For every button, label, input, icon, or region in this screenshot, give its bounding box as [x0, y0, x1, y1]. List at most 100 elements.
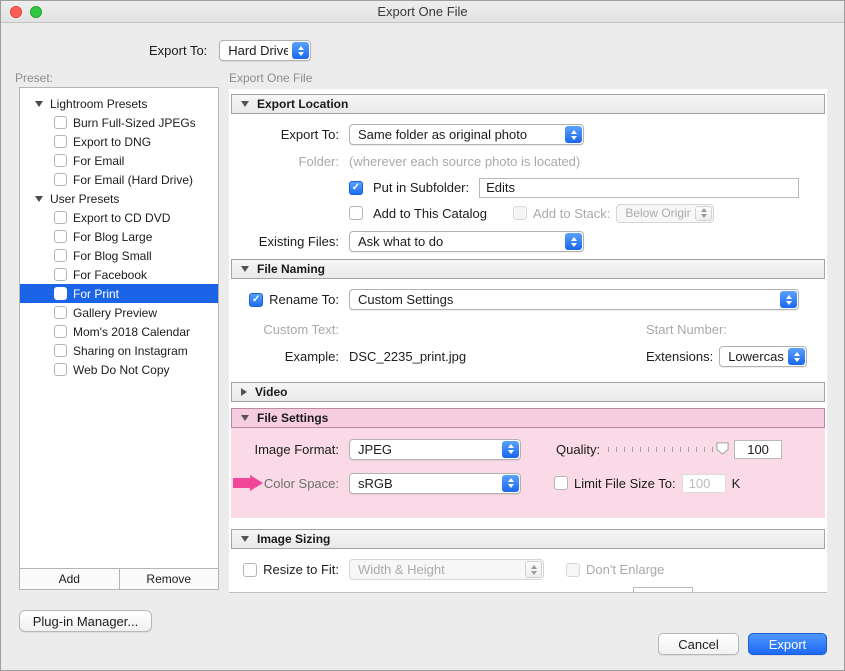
preset-checkbox[interactable]: [54, 135, 67, 148]
preset-item[interactable]: Burn Full-Sized JPEGs: [20, 113, 218, 132]
preset-checkbox[interactable]: [54, 287, 67, 300]
remove-preset-button[interactable]: Remove: [120, 569, 219, 589]
folder-value: (wherever each source photo is located): [349, 154, 580, 169]
disclosure-triangle-icon[interactable]: [241, 388, 247, 396]
preset-checkbox[interactable]: [54, 154, 67, 167]
extensions-label: Extensions:: [646, 349, 713, 364]
file-naming-header[interactable]: File Naming: [231, 259, 825, 279]
preset-item[interactable]: Web Do Not Copy: [20, 360, 218, 379]
preset-checkbox[interactable]: [54, 230, 67, 243]
color-space-select[interactable]: sRGB: [349, 473, 521, 494]
preset-label: Export to CD DVD: [73, 211, 170, 225]
file-settings-header[interactable]: File Settings: [231, 408, 825, 428]
preset-item-selected[interactable]: For Print: [20, 284, 218, 303]
limit-file-size-checkbox[interactable]: [554, 476, 568, 490]
preset-checkbox[interactable]: [54, 268, 67, 281]
preset-item[interactable]: Mom's 2018 Calendar: [20, 322, 218, 341]
preset-label: Export to DNG: [73, 135, 151, 149]
preset-label: For Email: [73, 154, 124, 168]
export-location-header[interactable]: Export Location: [231, 94, 825, 114]
section-video: Video: [231, 382, 825, 402]
export-dialog-window: Export One File Export To: Hard Drive Pr…: [0, 0, 845, 671]
preset-checkbox[interactable]: [54, 116, 67, 129]
preset-checkbox[interactable]: [54, 173, 67, 186]
preset-group-user[interactable]: User Presets: [20, 189, 218, 208]
preset-item[interactable]: For Blog Large: [20, 227, 218, 246]
existing-files-select[interactable]: Ask what to do: [349, 231, 584, 252]
preset-item[interactable]: Gallery Preview: [20, 303, 218, 322]
subfolder-input[interactable]: [479, 178, 799, 198]
resize-mode-select: Width & Height: [349, 559, 544, 580]
preset-actions: Add Remove: [20, 568, 218, 589]
export-settings-panel: Export Location Export To: Same folder a…: [229, 89, 827, 593]
section-title: Export Location: [257, 97, 348, 111]
image-format-select[interactable]: JPEG: [349, 439, 521, 460]
main-caption: Export One File: [229, 71, 312, 85]
preset-item[interactable]: For Facebook: [20, 265, 218, 284]
preset-checkbox[interactable]: [54, 363, 67, 376]
preset-checkbox[interactable]: [54, 306, 67, 319]
disclosure-triangle-icon[interactable]: [35, 101, 43, 107]
image-sizing-header[interactable]: Image Sizing: [231, 529, 825, 549]
section-title: File Settings: [257, 411, 328, 425]
dont-enlarge-checkbox: [566, 563, 580, 577]
add-preset-button[interactable]: Add: [20, 569, 120, 589]
preset-checkbox[interactable]: [54, 344, 67, 357]
preset-item[interactable]: Export to CD DVD: [20, 208, 218, 227]
slider-thumb-icon[interactable]: [716, 442, 729, 455]
preset-list: Lightroom Presets Burn Full-Sized JPEGs …: [19, 87, 219, 590]
preset-label: For Email (Hard Drive): [73, 173, 193, 187]
export-destination-row: Export To: Hard Drive: [149, 40, 311, 61]
stepper-icon: [565, 126, 582, 143]
preset-checkbox[interactable]: [54, 249, 67, 262]
disclosure-triangle-icon[interactable]: [241, 415, 249, 421]
disclosure-triangle-icon[interactable]: [241, 536, 249, 542]
disclosure-triangle-icon[interactable]: [35, 196, 43, 202]
custom-text-label: Custom Text:: [231, 322, 339, 337]
zoom-window-icon[interactable]: [30, 6, 42, 18]
rename-template-select[interactable]: Custom Settings: [349, 289, 799, 310]
disclosure-triangle-icon[interactable]: [241, 101, 249, 107]
preset-item[interactable]: Export to DNG: [20, 132, 218, 151]
preset-tree: Lightroom Presets Burn Full-Sized JPEGs …: [20, 88, 218, 379]
add-to-catalog-checkbox[interactable]: [349, 206, 363, 220]
preset-label: For Print: [73, 287, 119, 301]
preset-group-lightroom[interactable]: Lightroom Presets: [20, 94, 218, 113]
video-header[interactable]: Video: [231, 382, 825, 402]
stack-position-select: Below Original: [616, 204, 714, 223]
section-export-location: Export Location Export To: Same folder a…: [231, 94, 825, 252]
close-window-icon[interactable]: [10, 6, 22, 18]
extensions-select[interactable]: Lowercase: [719, 346, 807, 367]
put-in-subfolder-checkbox[interactable]: [349, 181, 363, 195]
resize-to-fit-checkbox[interactable]: [243, 563, 257, 577]
start-number-label: Start Number:: [646, 322, 727, 337]
disclosure-triangle-icon[interactable]: [241, 266, 249, 272]
preset-checkbox[interactable]: [54, 325, 67, 338]
cancel-button[interactable]: Cancel: [658, 633, 739, 655]
preset-label: Web Do Not Copy: [73, 363, 170, 377]
quality-slider[interactable]: [608, 442, 726, 456]
plugin-manager-button[interactable]: Plug-in Manager...: [19, 610, 152, 632]
quality-label: Quality:: [556, 442, 600, 457]
preset-label: Mom's 2018 Calendar: [73, 325, 190, 339]
export-destination-select[interactable]: Hard Drive: [219, 40, 311, 61]
export-destination-value: Hard Drive: [228, 43, 288, 58]
quality-value-input[interactable]: [734, 440, 782, 459]
export-button[interactable]: Export: [748, 633, 827, 655]
preset-item[interactable]: For Email: [20, 151, 218, 170]
clipped-field: [633, 587, 693, 593]
preset-label: For Blog Large: [73, 230, 152, 244]
rename-to-checkbox[interactable]: [249, 293, 263, 307]
preset-item[interactable]: For Blog Small: [20, 246, 218, 265]
example-value: DSC_2235_print.jpg: [349, 349, 466, 364]
export-to-select[interactable]: Same folder as original photo: [349, 124, 584, 145]
highlight-arrow-icon: [233, 475, 263, 491]
preset-item[interactable]: Sharing on Instagram: [20, 341, 218, 360]
preset-item[interactable]: For Email (Hard Drive): [20, 170, 218, 189]
add-to-catalog-label: Add to This Catalog: [373, 206, 487, 221]
stepper-icon: [695, 206, 712, 221]
preset-group-label: User Presets: [50, 192, 119, 206]
existing-files-label: Existing Files:: [231, 234, 339, 249]
preset-checkbox[interactable]: [54, 211, 67, 224]
section-title: File Naming: [257, 262, 325, 276]
